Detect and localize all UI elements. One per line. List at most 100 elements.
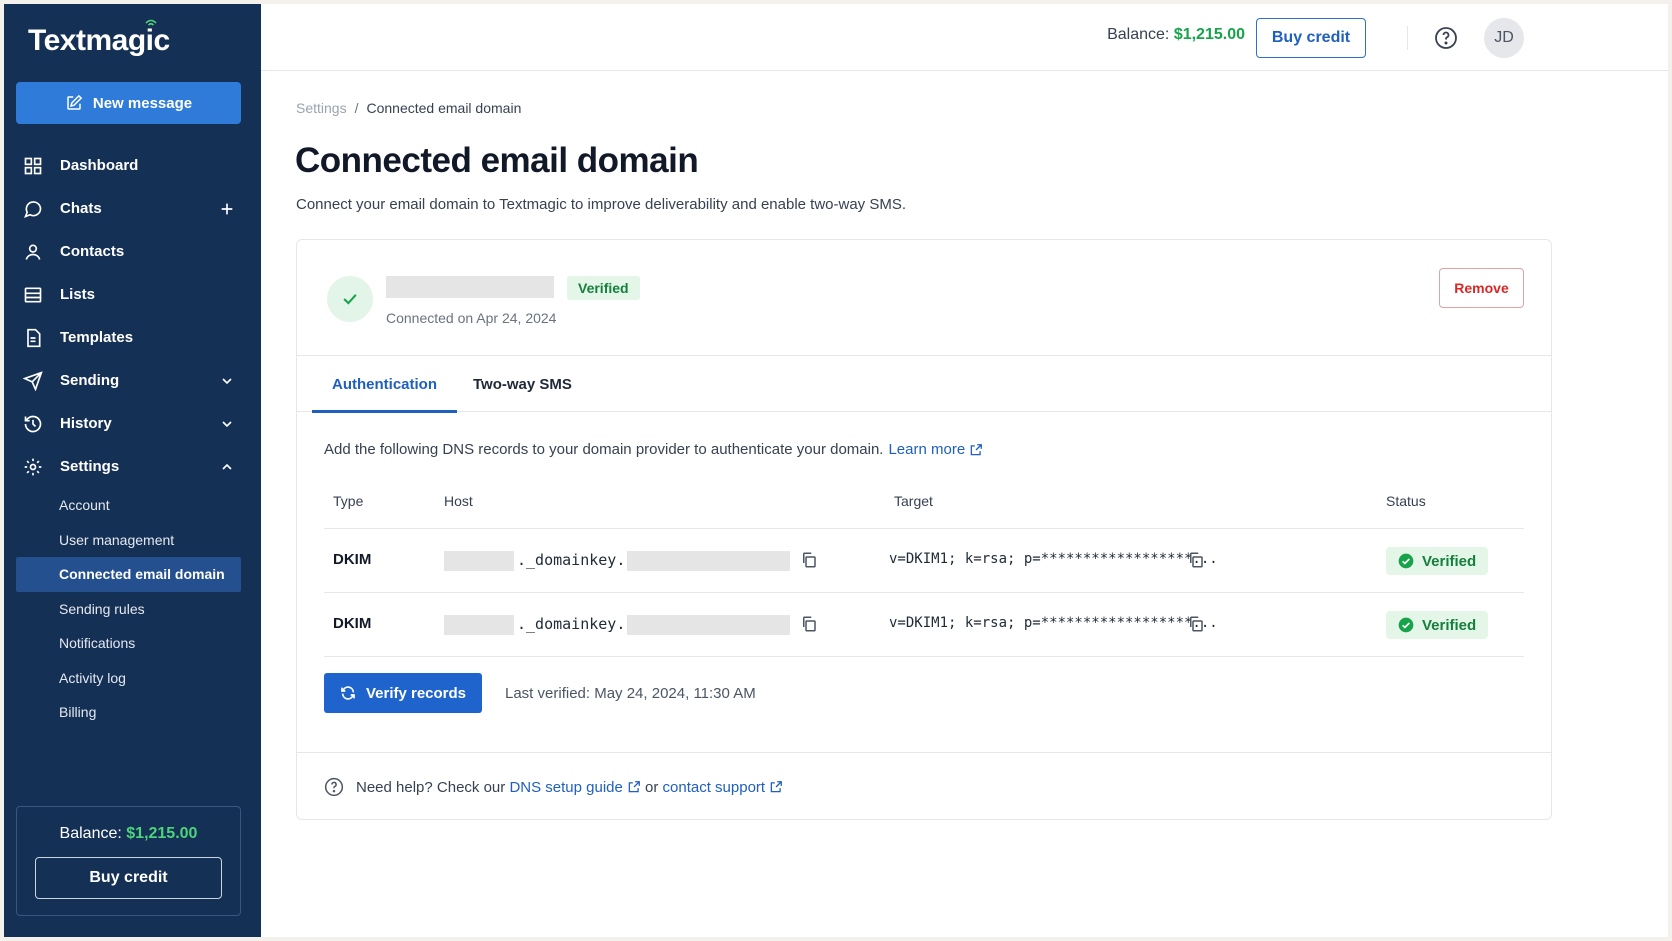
sidebar-nav: Dashboard Chats Contacts Lists Templates: [4, 144, 261, 730]
sidebar-item-label: Lists: [60, 286, 96, 303]
settings-sub-connected-email-domain[interactable]: Connected email domain: [16, 557, 241, 592]
sidebar-item-dashboard[interactable]: Dashboard: [4, 144, 261, 187]
remove-button[interactable]: Remove: [1439, 268, 1524, 308]
app-window: Textmagic New message Dashboard Chats Co…: [4, 4, 1668, 937]
settings-sub-sending-rules[interactable]: Sending rules: [4, 592, 261, 627]
dns-setup-guide-link[interactable]: DNS setup guide: [509, 779, 640, 796]
dns-table-header: Type Host Target Status: [324, 493, 1524, 529]
sidebar-buy-credit-button[interactable]: Buy credit: [35, 857, 222, 899]
main-content: Settings / Connected email domain Connec…: [261, 71, 1668, 937]
sidebar-balance: Balance: $1,215.00: [17, 825, 240, 843]
external-link-icon: [970, 443, 983, 455]
sidebar-item-label: Dashboard: [60, 157, 139, 174]
settings-sub-billing[interactable]: Billing: [4, 695, 261, 730]
copy-icon[interactable]: [1187, 551, 1205, 574]
sidebar-item-templates[interactable]: Templates: [4, 316, 261, 359]
check-circle-icon: [1398, 553, 1414, 569]
help-icon: [324, 777, 344, 797]
sidebar-item-label: Sending: [60, 372, 120, 389]
record-target: v=DKIM1; k=rsa; p=******************...: [889, 615, 1218, 631]
gear-icon: [22, 456, 44, 478]
chevron-down-icon[interactable]: [219, 373, 235, 389]
help-footer: Need help? Check our DNS setup guide or …: [297, 752, 1551, 821]
breadcrumb-settings-link[interactable]: Settings: [296, 100, 347, 116]
column-header-host: Host: [444, 493, 473, 509]
buy-credit-button[interactable]: Buy credit: [1256, 18, 1366, 58]
sidebar-item-history[interactable]: History: [4, 402, 261, 445]
dns-setup-guide-label: DNS setup guide: [509, 778, 623, 796]
status-badge: Verified: [1386, 547, 1489, 575]
tab-authentication[interactable]: Authentication: [312, 356, 457, 413]
verify-records-button[interactable]: Verify records: [324, 673, 482, 713]
copy-icon[interactable]: [800, 615, 818, 638]
copy-icon[interactable]: [1187, 615, 1205, 638]
external-link-icon: [628, 781, 640, 793]
dashboard-icon: [22, 155, 44, 177]
settings-submenu: Account User management Connected email …: [4, 488, 261, 730]
contact-support-label: contact support: [662, 778, 766, 796]
settings-sub-user-management[interactable]: User management: [4, 523, 261, 558]
external-link-icon: [770, 781, 782, 793]
sidebar: Textmagic New message Dashboard Chats Co…: [4, 4, 261, 937]
page-title: Connected email domain: [295, 141, 699, 180]
person-icon: [22, 241, 44, 263]
dns-intro-text: Add the following DNS records to your do…: [324, 441, 884, 458]
domain-summary: Verified Connected on Apr 24, 2024 Remov…: [297, 240, 1551, 356]
table-row: DKIM ._domainkey. v=DKIM1; k=rsa; p=****…: [324, 593, 1524, 657]
host-domainkey: ._domainkey.: [517, 551, 626, 569]
learn-more-label: Learn more: [888, 441, 966, 458]
column-header-type: Type: [333, 493, 364, 509]
balance-label: Balance:: [59, 825, 122, 842]
avatar[interactable]: JD: [1484, 18, 1524, 58]
compose-icon: [67, 94, 83, 110]
contact-support-link[interactable]: contact support: [663, 779, 784, 796]
domain-card: Verified Connected on Apr 24, 2024 Remov…: [296, 239, 1552, 820]
balance-label: Balance:: [1107, 26, 1170, 43]
host-selector-redacted: [444, 615, 514, 635]
record-type: DKIM: [333, 615, 372, 632]
help-icon[interactable]: [1434, 26, 1458, 50]
sidebar-balance-card: Balance: $1,215.00 Buy credit: [16, 806, 241, 916]
logo-text: Textmagic: [28, 24, 170, 57]
settings-sub-account[interactable]: Account: [4, 488, 261, 523]
plus-icon[interactable]: [219, 201, 235, 217]
chevron-down-icon[interactable]: [219, 416, 235, 432]
status-badge: Verified: [1386, 611, 1489, 639]
tab-two-way-sms[interactable]: Two-way SMS: [473, 356, 572, 412]
connected-date: Connected on Apr 24, 2024: [386, 310, 557, 326]
top-balance: Balance: $1,215.00: [1107, 26, 1245, 44]
host-domainkey: ._domainkey.: [517, 615, 626, 633]
sidebar-item-label: Chats: [60, 200, 102, 217]
new-message-label: New message: [92, 94, 193, 112]
balance-amount: $1,215.00: [126, 825, 198, 842]
breadcrumb-separator: /: [354, 100, 359, 116]
refresh-icon: [341, 686, 355, 700]
status-label: Verified: [1422, 616, 1477, 634]
sidebar-item-label: Settings: [60, 458, 120, 475]
record-type: DKIM: [333, 551, 372, 568]
sidebar-item-contacts[interactable]: Contacts: [4, 230, 261, 273]
sidebar-item-chats[interactable]: Chats: [4, 187, 261, 230]
sidebar-item-sending[interactable]: Sending: [4, 359, 261, 402]
sidebar-item-lists[interactable]: Lists: [4, 273, 261, 316]
settings-sub-activity-log[interactable]: Activity log: [4, 661, 261, 696]
record-target: v=DKIM1; k=rsa; p=******************...: [889, 551, 1218, 567]
breadcrumb: Settings / Connected email domain: [296, 100, 521, 116]
sidebar-item-settings[interactable]: Settings: [4, 445, 261, 488]
help-prefix: Need help? Check our: [356, 778, 506, 796]
table-row: DKIM ._domainkey. v=DKIM1; k=rsa; p=****…: [324, 529, 1524, 593]
chevron-up-icon[interactable]: [219, 459, 235, 475]
check-circle-icon: [1398, 617, 1414, 633]
send-icon: [22, 370, 44, 392]
status-label: Verified: [1422, 552, 1477, 570]
divider: [1407, 26, 1408, 50]
new-message-button[interactable]: New message: [16, 82, 241, 124]
copy-icon[interactable]: [800, 551, 818, 574]
sidebar-item-label: Contacts: [60, 243, 125, 260]
settings-sub-notifications[interactable]: Notifications: [4, 626, 261, 661]
sidebar-item-label: Templates: [60, 329, 134, 346]
help-line: Need help? Check our DNS setup guide or …: [324, 777, 783, 797]
learn-more-link[interactable]: Learn more: [888, 441, 983, 458]
list-icon: [22, 284, 44, 306]
logo[interactable]: Textmagic: [28, 19, 170, 58]
